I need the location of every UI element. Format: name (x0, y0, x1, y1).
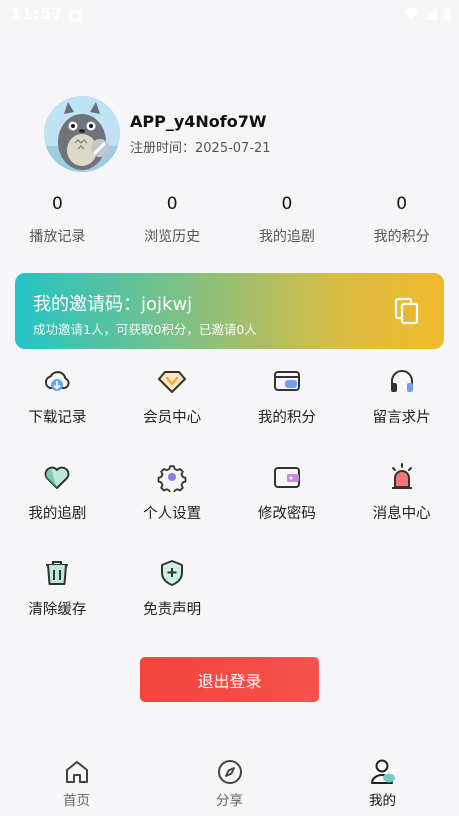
menu-label: 我的追剧 (28, 506, 87, 522)
stat-label: 我的追剧 (258, 229, 315, 245)
menu-item-change-password[interactable]: 修改密码 (230, 462, 345, 558)
menu-item-vip-center[interactable]: 会员中心 (115, 366, 230, 462)
menu-label: 下载记录 (28, 410, 87, 426)
profile-header[interactable]: APP_y4Nofo7W 注册时间：2025-07-21 (44, 96, 271, 172)
compass-icon (217, 760, 242, 784)
tab-share[interactable]: 分享 (153, 748, 306, 816)
status-time: 11:57 (10, 4, 64, 23)
stat-value: 0 (396, 194, 408, 214)
menu-label: 清除缓存 (28, 602, 87, 618)
system-icons (403, 7, 451, 21)
register-date: 2025-07-21 (195, 141, 271, 156)
menu-label: 免责声明 (143, 602, 202, 618)
bottom-tab-bar: 首页 分享 我的 (0, 748, 459, 816)
username: APP_y4Nofo7W (130, 112, 267, 131)
stat-value: 0 (281, 194, 293, 214)
menu-item-personal-settings[interactable]: 个人设置 (115, 462, 230, 558)
stat-my-follows[interactable]: 0 我的追剧 (230, 190, 345, 246)
trash-icon (46, 561, 69, 585)
user-icon (370, 759, 395, 784)
status-bar: 11:57 (0, 0, 459, 30)
vip-diamond-icon (158, 371, 187, 393)
menu-label: 消息中心 (372, 506, 431, 522)
heart-icon (44, 466, 70, 489)
card-icon (273, 371, 300, 391)
stat-my-points[interactable]: 0 我的积分 (344, 190, 459, 246)
menu-item-message-center[interactable]: 消息中心 (344, 462, 459, 558)
copy-icon[interactable] (392, 296, 422, 326)
register-info: 注册时间：2025-07-21 (130, 137, 271, 156)
menu-label: 个人设置 (143, 506, 202, 522)
menu-label: 我的积分 (257, 410, 316, 426)
battery-icon (443, 7, 451, 21)
signal-icon (425, 8, 437, 20)
tab-home[interactable]: 首页 (0, 748, 153, 816)
tab-mine[interactable]: 我的 (306, 748, 459, 816)
cloud-download-icon (45, 371, 70, 391)
logout-button[interactable]: 退出登录 (140, 657, 319, 702)
alarm-light-icon (391, 463, 412, 489)
shield-icon (161, 560, 184, 586)
stat-value: 0 (166, 194, 178, 214)
avatar[interactable] (44, 96, 120, 172)
invite-summary: 成功邀请1人，可获取0积分，已邀请0人 (33, 322, 257, 337)
menu-label: 留言求片 (372, 410, 431, 426)
menu-item-my-follows[interactable]: 我的追剧 (0, 462, 115, 558)
headset-icon (390, 370, 413, 392)
user-info: APP_y4Nofo7W 注册时间：2025-07-21 (130, 112, 271, 156)
tab-label: 分享 (216, 793, 243, 809)
stats-row: 0 播放记录 0 浏览历史 0 我的追剧 0 我的积分 (0, 190, 459, 246)
menu-item-movie-request[interactable]: 留言求片 (344, 366, 459, 462)
stat-label: 我的积分 (373, 229, 430, 245)
menu-item-clear-cache[interactable]: 清除缓存 (0, 558, 115, 654)
invite-card: 我的邀请码：jojkwj 成功邀请1人，可获取0积分，已邀请0人 (15, 273, 444, 349)
stat-value: 0 (51, 194, 63, 214)
menu-item-download-records[interactable]: 下载记录 (0, 366, 115, 462)
menu-grid: 下载记录 会员中心 我的积分 留言求片 我的追剧 个人设置 修改密码 消息中心 … (0, 366, 459, 654)
notification-icon (68, 8, 82, 27)
home-icon (65, 761, 88, 783)
menu-label: 修改密码 (257, 506, 316, 522)
stat-browse-history[interactable]: 0 浏览历史 (115, 190, 230, 246)
gear-icon (157, 465, 187, 492)
stat-play-history[interactable]: 0 播放记录 (0, 190, 115, 246)
menu-label: 会员中心 (143, 410, 202, 426)
stat-label: 浏览历史 (144, 229, 201, 245)
invite-code: 我的邀请码：jojkwj (33, 294, 193, 315)
menu-item-my-points[interactable]: 我的积分 (230, 366, 345, 462)
stat-label: 播放记录 (29, 229, 86, 245)
wallet-icon (273, 467, 300, 488)
register-label: 注册时间： (130, 141, 196, 156)
menu-item-disclaimer[interactable]: 免责声明 (115, 558, 230, 654)
tab-label: 我的 (369, 793, 396, 809)
wifi-icon (403, 7, 419, 20)
tab-label: 首页 (63, 793, 90, 809)
